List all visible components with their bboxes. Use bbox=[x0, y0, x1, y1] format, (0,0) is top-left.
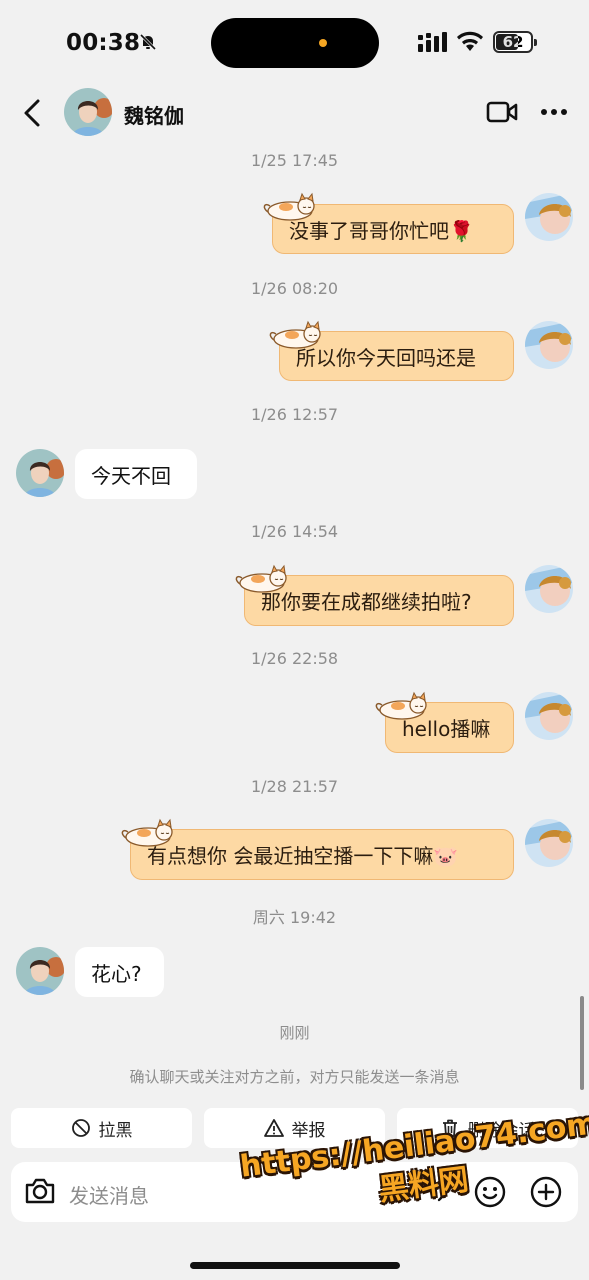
cat-sticker-icon bbox=[232, 564, 290, 594]
block-icon bbox=[71, 1119, 90, 1137]
block-button[interactable]: 拉黑 bbox=[11, 1108, 192, 1148]
cat-sticker-icon bbox=[372, 691, 430, 721]
warning-icon bbox=[263, 1119, 284, 1137]
my-avatar[interactable] bbox=[525, 692, 573, 740]
battery-indicator: 62 bbox=[493, 31, 537, 53]
silent-bell-icon bbox=[139, 33, 157, 51]
message-timestamp: 1/26 08:20 bbox=[250, 279, 339, 298]
cat-sticker-icon bbox=[266, 320, 324, 350]
contact-avatar[interactable] bbox=[64, 88, 112, 136]
message-bubble-incoming[interactable]: 今天不回 bbox=[75, 449, 197, 499]
home-indicator[interactable] bbox=[190, 1262, 400, 1269]
message-timestamp: 1/25 17:45 bbox=[250, 151, 339, 170]
message-timestamp: 1/26 22:58 bbox=[250, 649, 339, 668]
my-avatar[interactable] bbox=[525, 193, 573, 241]
camera-icon[interactable] bbox=[24, 1176, 56, 1206]
message-input[interactable]: 发送消息 bbox=[69, 1180, 149, 1209]
battery-percent: 62 bbox=[502, 33, 524, 51]
contact-name[interactable]: 魏铭伽 bbox=[124, 100, 184, 129]
my-avatar[interactable] bbox=[525, 565, 573, 613]
my-avatar[interactable] bbox=[525, 819, 573, 867]
contact-avatar[interactable] bbox=[16, 947, 64, 995]
message-timestamp: 周六 19:42 bbox=[252, 908, 337, 927]
back-chevron-icon[interactable] bbox=[20, 98, 44, 128]
system-timestamp: 刚刚 bbox=[279, 1024, 310, 1042]
status-bar: 00:38 62 bbox=[0, 0, 589, 86]
report-label: 举报 bbox=[291, 1120, 326, 1141]
message-timestamp: 1/28 21:57 bbox=[250, 777, 339, 796]
message-timestamp: 1/26 12:57 bbox=[250, 405, 339, 424]
scrollbar[interactable] bbox=[580, 996, 584, 1090]
dynamic-island bbox=[211, 18, 379, 68]
video-call-icon[interactable] bbox=[486, 100, 518, 124]
message-timestamp: 1/26 14:54 bbox=[250, 522, 339, 541]
more-options-icon[interactable] bbox=[540, 108, 568, 116]
cellular-signal-icon bbox=[418, 32, 447, 52]
wifi-icon bbox=[457, 31, 483, 51]
contact-avatar[interactable] bbox=[16, 449, 64, 497]
chat-header: 魏铭伽 bbox=[0, 86, 589, 142]
system-notice: 确认聊天或关注对方之前，对方只能发送一条消息 bbox=[129, 1068, 460, 1086]
message-bubble-outgoing[interactable]: 有点想你 会最近抽空播一下下嘛🐷 bbox=[130, 829, 514, 880]
cat-sticker-icon bbox=[118, 818, 176, 848]
cat-sticker-icon bbox=[260, 192, 318, 222]
my-avatar[interactable] bbox=[525, 321, 573, 369]
message-bubble-incoming[interactable]: 花心? bbox=[75, 947, 164, 997]
status-time: 00:38 bbox=[66, 30, 141, 56]
block-label: 拉黑 bbox=[98, 1120, 133, 1141]
